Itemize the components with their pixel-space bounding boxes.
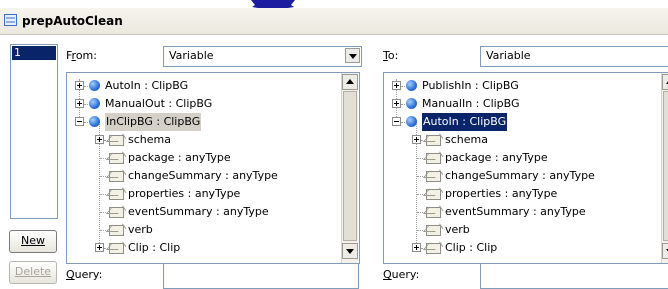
tree-node[interactable]: properties : anyType — [384, 185, 654, 203]
tree-node[interactable]: eventSummary : anyType — [384, 203, 654, 221]
assignment-list[interactable]: 1 — [10, 44, 58, 219]
tree-node[interactable]: Clip : Clip — [67, 239, 337, 257]
to-query-label: Query: — [383, 268, 420, 281]
from-tree[interactable]: AutoIn : ClipBG ManualOut : ClipBG InCli… — [66, 72, 360, 264]
expand-icon[interactable] — [392, 81, 401, 90]
scroll-thumb[interactable] — [663, 91, 668, 241]
envelope-icon — [109, 153, 124, 164]
tree-node[interactable]: AutoIn : ClipBG — [67, 77, 337, 95]
tree-node[interactable]: package : anyType — [67, 149, 337, 167]
expand-icon[interactable] — [392, 99, 401, 108]
chevron-down-icon[interactable] — [345, 48, 360, 63]
expand-icon[interactable] — [95, 135, 104, 144]
window-title: prepAutoClean — [22, 14, 123, 28]
new-button[interactable]: New — [9, 230, 57, 253]
to-tree-scrollbar[interactable] — [661, 73, 668, 263]
variable-icon — [406, 98, 417, 109]
tree-node[interactable]: ManualOut : ClipBG — [67, 95, 337, 113]
collapse-icon[interactable] — [75, 117, 84, 126]
expand-icon[interactable] — [75, 81, 84, 90]
tree-node[interactable]: verb — [384, 221, 654, 239]
tree-node[interactable]: properties : anyType — [67, 185, 337, 203]
envelope-icon — [109, 171, 124, 182]
envelope-icon — [426, 207, 441, 218]
variable-icon — [406, 80, 417, 91]
tree-node[interactable]: schema — [67, 131, 337, 149]
tree-node[interactable]: Clip : Clip — [384, 239, 654, 257]
tree-node[interactable]: eventSummary : anyType — [67, 203, 337, 221]
scroll-down-icon[interactable] — [342, 243, 358, 259]
envelope-icon — [426, 189, 441, 200]
tree-node[interactable]: ManualIn : ClipBG — [384, 95, 654, 113]
from-query-input[interactable] — [163, 263, 359, 289]
envelope-icon — [426, 225, 441, 236]
expand-icon[interactable] — [412, 135, 421, 144]
expand-icon[interactable] — [75, 99, 84, 108]
expand-icon[interactable] — [412, 243, 421, 252]
tree-node[interactable]: schema — [384, 131, 654, 149]
expand-icon[interactable] — [95, 243, 104, 252]
tree-node[interactable]: package : anyType — [384, 149, 654, 167]
from-tree-scrollbar[interactable] — [341, 73, 358, 263]
from-type-value: Variable — [169, 49, 214, 62]
delete-button[interactable]: Delete — [9, 261, 57, 284]
variable-icon — [89, 80, 100, 91]
from-type-dropdown[interactable]: Variable — [163, 46, 362, 67]
list-item[interactable]: 1 — [12, 46, 56, 60]
scroll-down-icon[interactable] — [662, 243, 668, 259]
envelope-icon — [426, 135, 441, 146]
variable-icon — [406, 116, 417, 127]
to-type-dropdown[interactable]: Variable — [480, 46, 668, 67]
envelope-icon — [426, 243, 441, 254]
to-tree[interactable]: PublishIn : ClipBG ManualIn : ClipBG Aut… — [383, 72, 668, 264]
collapse-icon[interactable] — [392, 117, 401, 126]
tree-node[interactable]: changeSummary : anyType — [384, 167, 654, 185]
to-query-input[interactable] — [480, 263, 668, 289]
list-icon — [4, 14, 17, 26]
scroll-up-icon[interactable] — [662, 74, 668, 90]
from-query-label: Query: — [66, 268, 103, 281]
envelope-icon — [426, 171, 441, 182]
tree-node[interactable]: verb — [67, 221, 337, 239]
envelope-icon — [109, 243, 124, 254]
envelope-icon — [426, 153, 441, 164]
from-label: From: — [66, 49, 97, 62]
variable-icon — [89, 98, 100, 109]
tree-node[interactable]: InClipBG : ClipBG — [67, 113, 337, 131]
envelope-icon — [109, 189, 124, 200]
scroll-up-icon[interactable] — [342, 74, 358, 90]
scroll-thumb[interactable] — [343, 91, 357, 241]
envelope-icon — [109, 225, 124, 236]
title-bar: prepAutoClean — [0, 8, 668, 35]
envelope-icon — [109, 135, 124, 146]
tree-node[interactable]: changeSummary : anyType — [67, 167, 337, 185]
variable-icon — [89, 116, 100, 127]
to-label: To: — [383, 49, 399, 62]
to-type-value: Variable — [486, 49, 531, 62]
tree-node[interactable]: PublishIn : ClipBG — [384, 77, 654, 95]
tree-node[interactable]: AutoIn : ClipBG — [384, 113, 654, 131]
envelope-icon — [109, 207, 124, 218]
